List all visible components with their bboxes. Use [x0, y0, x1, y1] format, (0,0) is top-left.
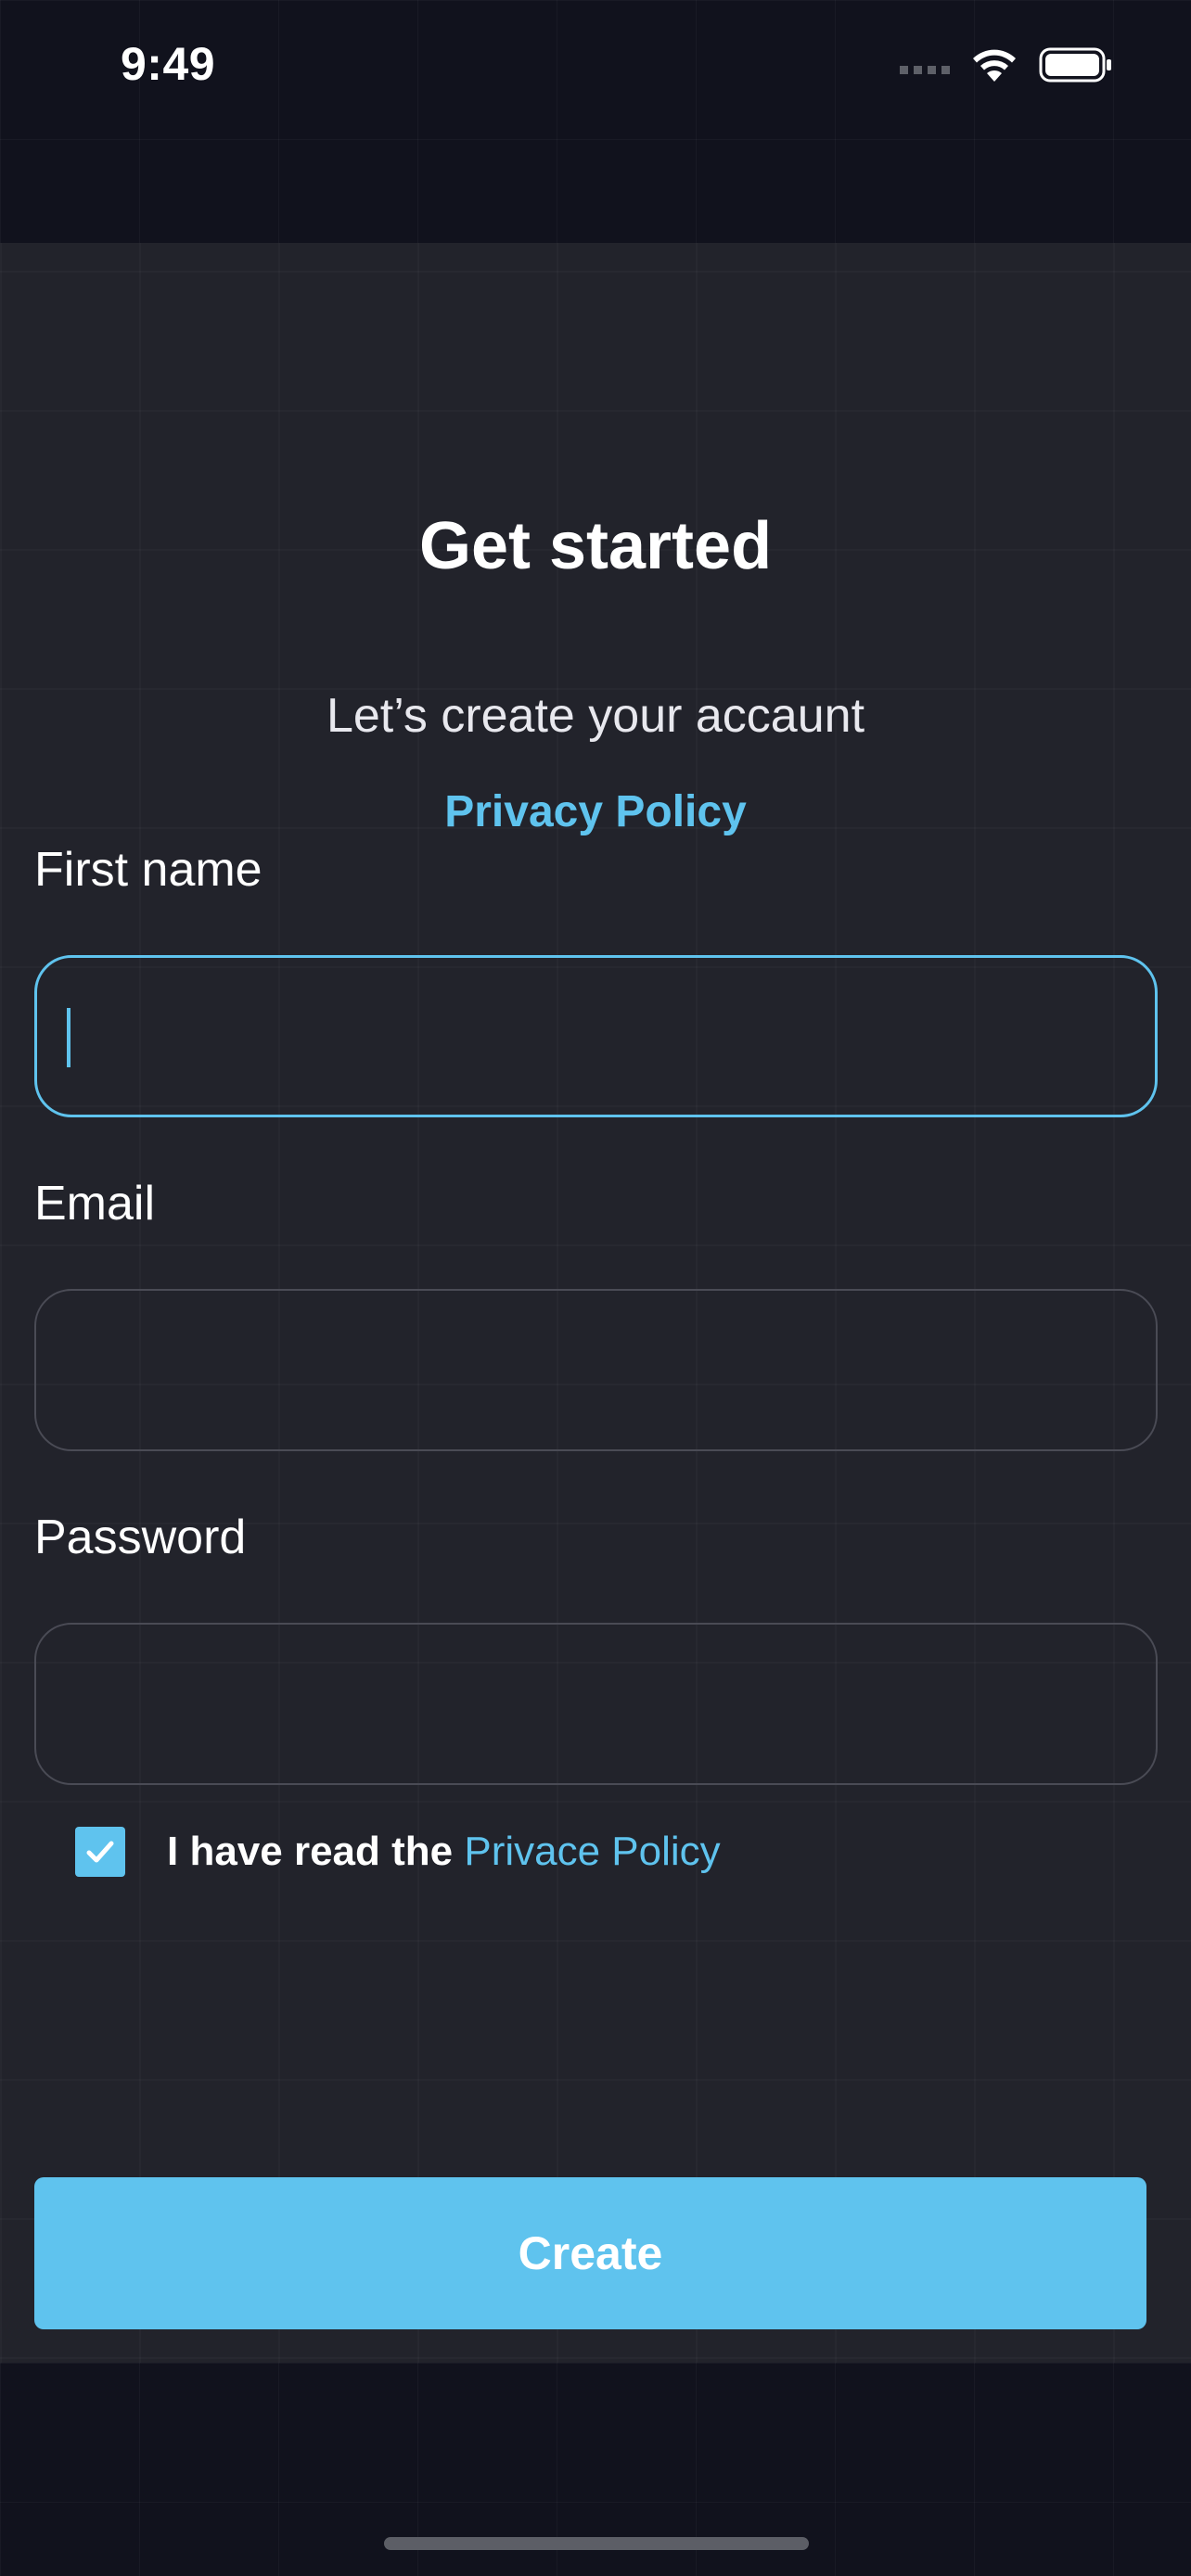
page-title: Get started: [418, 509, 773, 583]
status-time: 9:49: [121, 38, 216, 90]
password-field[interactable]: [34, 1623, 1158, 1785]
signal-dots-icon: [900, 65, 950, 74]
wifi-icon: [970, 46, 1018, 83]
status-icons: [900, 46, 1113, 83]
checkmark-icon: [86, 1841, 114, 1863]
privacy-policy-link[interactable]: Privacy Policy: [0, 786, 1191, 837]
consent-label: I have read the: [167, 1829, 465, 1874]
email-label: Email: [34, 1177, 156, 1231]
first-name-label: First name: [34, 843, 263, 897]
page-subtitle: Let’s create your accaunt: [326, 689, 865, 743]
first-name-field[interactable]: [34, 955, 1158, 1117]
create-button[interactable]: Create: [34, 2177, 1146, 2329]
consent-privacy-link[interactable]: Privace Policy: [464, 1829, 720, 1874]
home-indicator[interactable]: [384, 2537, 809, 2550]
signup-screen: 9:49 Get started Let’s create your accau…: [0, 0, 1191, 2576]
text-caret: [67, 1008, 70, 1067]
password-label: Password: [34, 1511, 247, 1564]
consent-checkbox[interactable]: [75, 1827, 125, 1877]
battery-icon: [1039, 46, 1113, 83]
email-field[interactable]: [34, 1289, 1158, 1451]
consent-text: I have read the Privace Policy: [167, 1829, 721, 1875]
status-bar: 9:49: [0, 0, 1191, 139]
